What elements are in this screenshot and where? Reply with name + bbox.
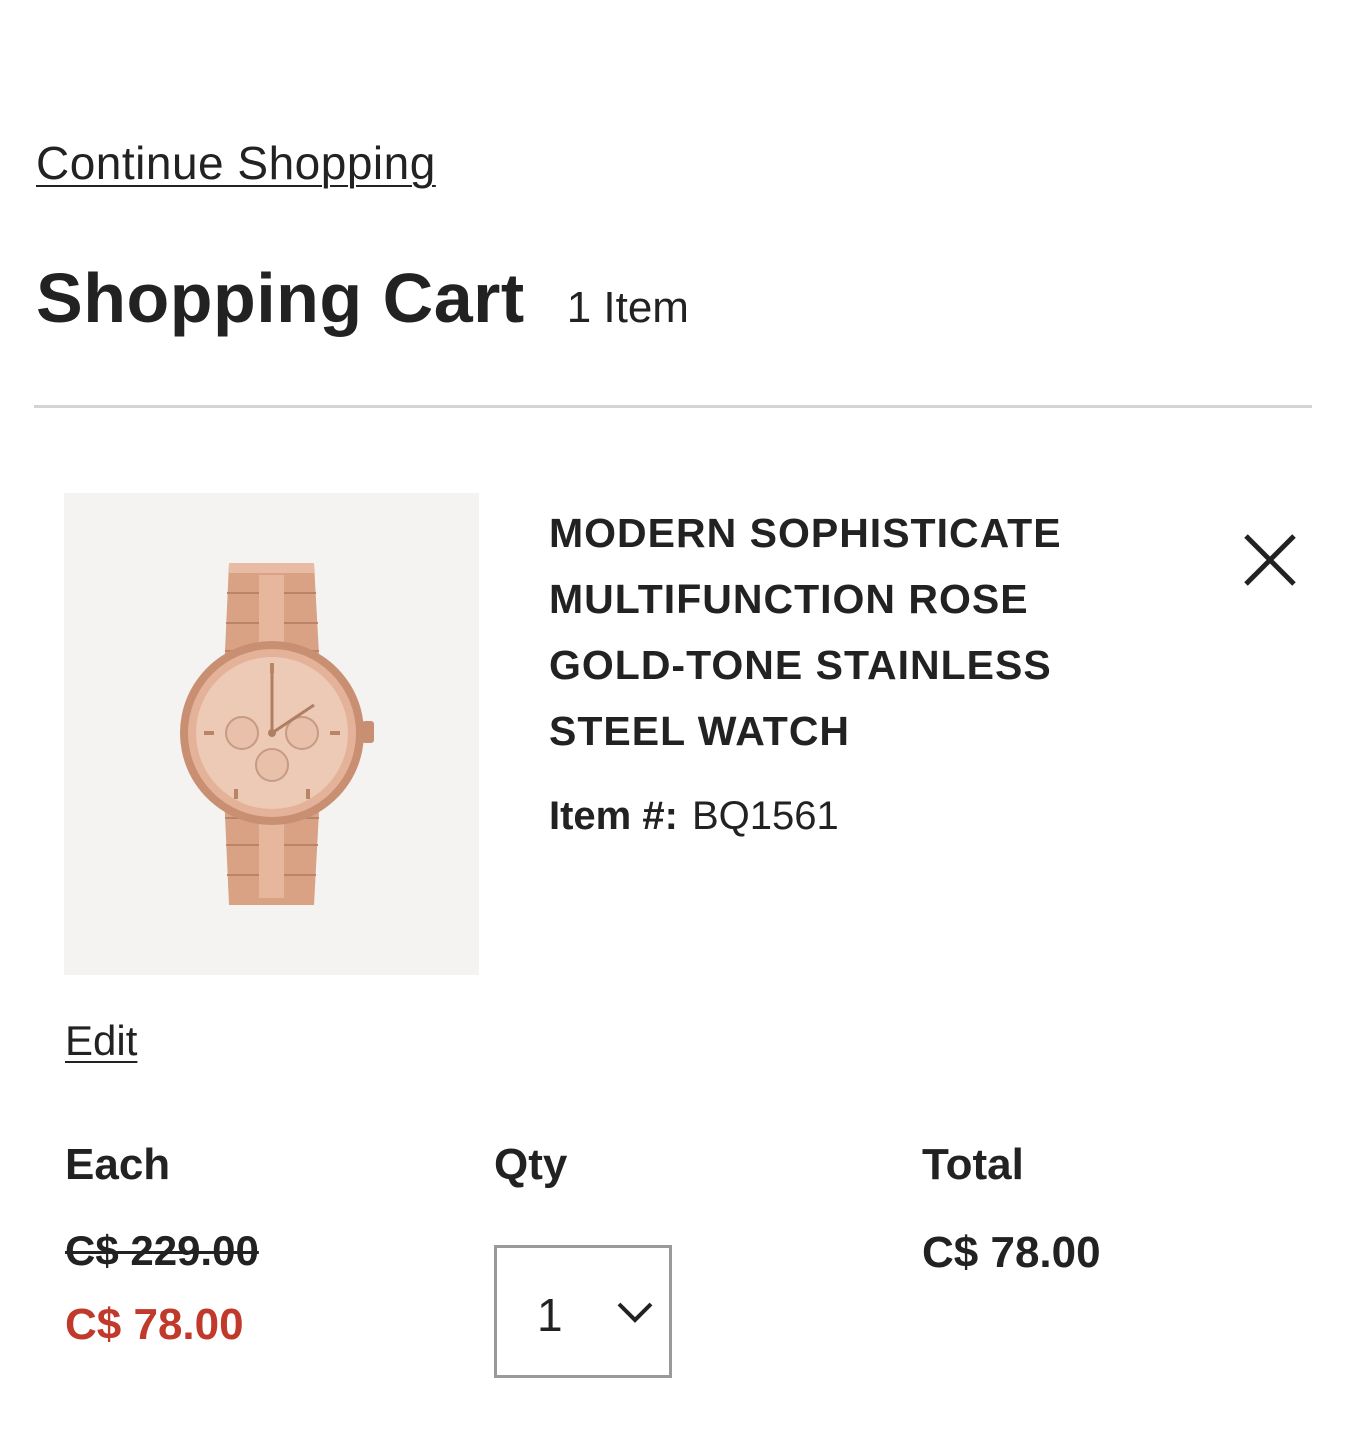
product-name[interactable]: MODERN SOPHISTICATE MULTIFUNCTION ROSE G… <box>549 500 1149 764</box>
chevron-down-icon <box>617 1302 653 1323</box>
total-heading: Total <box>922 1140 1024 1189</box>
product-name-line: MODERN SOPHISTICATE <box>549 510 1062 556</box>
qty-heading: Qty <box>494 1140 568 1189</box>
total-price: C$ 78.00 <box>922 1228 1101 1277</box>
original-price: C$ 229.00 <box>65 1227 259 1274</box>
edit-link[interactable]: Edit <box>65 1017 137 1065</box>
cart-header: Shopping Cart 1 Item <box>36 258 689 338</box>
item-number-label: Item #: <box>549 794 678 838</box>
item-number: Item #: BQ1561 <box>549 794 839 839</box>
item-number-value: BQ1561 <box>691 794 839 838</box>
quantity-value: 1 <box>537 1289 563 1341</box>
each-heading: Each <box>65 1140 171 1189</box>
quantity-select[interactable]: 1 <box>494 1245 672 1378</box>
cart-item-count: 1 Item <box>566 283 689 332</box>
close-icon <box>1244 534 1296 586</box>
page-title: Shopping Cart <box>36 259 525 337</box>
sale-price: C$ 78.00 <box>65 1300 244 1349</box>
product-image[interactable] <box>64 493 479 975</box>
product-name-line: MULTIFUNCTION ROSE <box>549 576 1029 622</box>
remove-item-button[interactable] <box>1240 530 1300 590</box>
continue-shopping-link[interactable]: Continue Shopping <box>36 136 436 190</box>
header-divider <box>34 405 1312 408</box>
product-name-line: STEEL WATCH <box>549 708 851 754</box>
product-name-line: GOLD-TONE STAINLESS <box>549 642 1052 688</box>
watch-image <box>180 563 374 905</box>
